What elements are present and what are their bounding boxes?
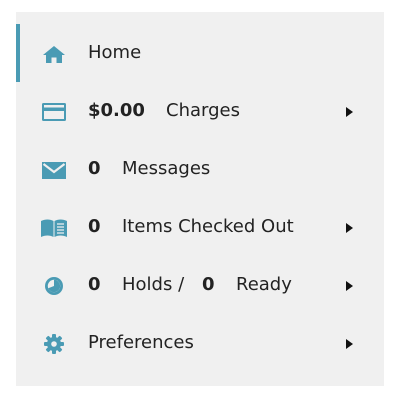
clock-icon	[40, 275, 68, 297]
open-book-icon	[40, 217, 68, 239]
menu-item-home[interactable]: Home	[16, 24, 384, 82]
menu-item-preferences-label: Preferences	[88, 332, 194, 353]
caret-right-icon[interactable]	[344, 280, 354, 292]
messages-count: 0	[88, 158, 101, 179]
menu-item-preferences[interactable]: Preferences	[16, 314, 384, 372]
caret-right-icon[interactable]	[344, 222, 354, 234]
menu-item-checked-out-label: Items Checked Out	[122, 216, 294, 237]
ready-count: 0	[202, 274, 215, 295]
menu-item-holds[interactable]: 0 Holds / 0 Ready	[16, 256, 384, 314]
home-icon	[40, 43, 68, 65]
caret-right-icon[interactable]	[344, 106, 354, 118]
holds-count: 0	[88, 274, 101, 295]
menu-item-home-label: Home	[88, 42, 142, 63]
charges-amount: $0.00	[88, 100, 145, 121]
envelope-icon	[40, 159, 68, 181]
caret-right-icon[interactable]	[344, 338, 354, 350]
gear-icon	[40, 333, 68, 355]
ready-label: Ready	[236, 274, 292, 295]
menu-item-messages-label: Messages	[122, 158, 211, 179]
menu-item-charges-label: Charges	[166, 100, 240, 121]
menu-item-messages[interactable]: 0 Messages	[16, 140, 384, 198]
checked-out-count: 0	[88, 216, 101, 237]
menu-item-checked-out[interactable]: 0 Items Checked Out	[16, 198, 384, 256]
credit-card-icon	[40, 101, 68, 123]
holds-label: Holds /	[122, 274, 185, 295]
account-menu: Home $0.00 Charges 0 Messages 0 Items Ch…	[16, 12, 384, 386]
menu-item-charges[interactable]: $0.00 Charges	[16, 82, 384, 140]
